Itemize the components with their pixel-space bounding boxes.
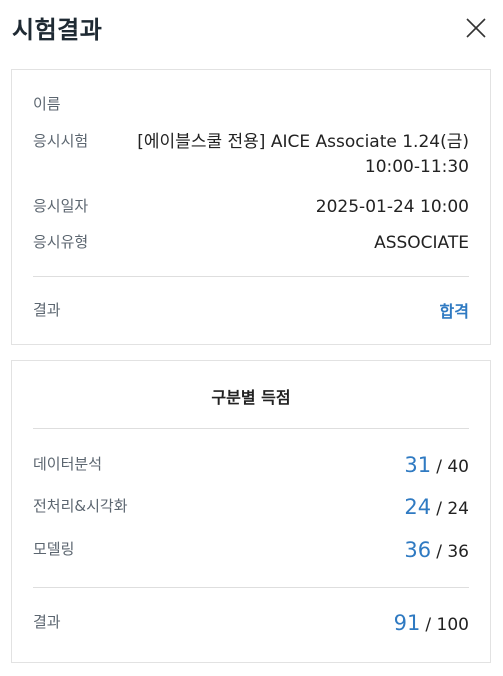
divider <box>33 587 469 588</box>
close-button[interactable] <box>462 14 490 42</box>
close-icon <box>466 18 486 38</box>
total-max: / 100 <box>425 615 469 635</box>
modal-header: 시험결과 <box>0 0 503 58</box>
score-card: 구분별 득점 데이터분석 31 / 40 전처리&시각화 24 / 24 모델링… <box>11 360 491 663</box>
section-title: 구분별 득점 <box>211 388 291 407</box>
date-label: 응시일자 <box>33 197 89 215</box>
score-value: 36 / 36 <box>404 538 469 562</box>
total-label: 결과 <box>33 613 61 631</box>
score-max: / 24 <box>436 499 469 519</box>
date-value: 2025-01-24 10:00 <box>315 197 469 217</box>
score-max: / 36 <box>436 542 469 562</box>
result-status: 합격 <box>439 302 469 321</box>
score-obtained: 36 <box>404 538 432 562</box>
name-label: 이름 <box>33 95 61 113</box>
exam-value: [에이블스쿨 전용] AICE Associate 1.24(금) 10:00-… <box>137 130 469 180</box>
divider <box>33 428 469 429</box>
total-obtained: 91 <box>393 611 421 635</box>
exam-label: 응시시험 <box>33 132 89 150</box>
type-value: ASSOCIATE <box>374 233 469 253</box>
score-value: 31 / 40 <box>404 453 469 477</box>
score-obtained: 24 <box>404 495 432 519</box>
result-label: 결과 <box>33 301 61 319</box>
score-obtained: 31 <box>404 453 432 477</box>
score-max: / 40 <box>436 457 469 477</box>
exam-time: 10:00-11:30 <box>364 157 469 177</box>
exam-info-card: 이름 응시시험 [에이블스쿨 전용] AICE Associate 1.24(금… <box>11 69 491 345</box>
score-value: 24 / 24 <box>404 495 469 519</box>
score-label: 모델링 <box>33 540 75 558</box>
exam-name: [에이블스쿨 전용] AICE Associate 1.24(금) <box>137 132 469 152</box>
total-score: 91 / 100 <box>394 611 469 635</box>
divider <box>33 276 469 277</box>
type-label: 응시유형 <box>33 233 89 251</box>
page-title: 시험결과 <box>12 16 103 44</box>
score-label: 전처리&시각화 <box>33 497 128 515</box>
score-label: 데이터분석 <box>33 455 103 473</box>
